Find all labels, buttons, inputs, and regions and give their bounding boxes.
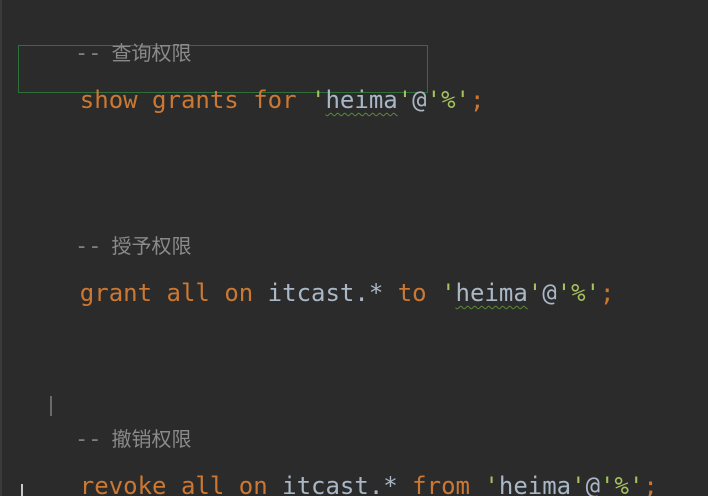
database-name: itcast.* <box>267 279 384 307</box>
code-line-show-grants[interactable]: show grants for 'heima'@'%'; <box>22 55 485 114</box>
comment-line-revoke-permissions[interactable]: -- 撤销权限 <box>22 394 192 452</box>
semicolon: ; <box>469 86 485 114</box>
comment-line-grant-permissions[interactable]: -- 授予权限 <box>22 201 192 259</box>
keyword-from: from <box>412 472 470 496</box>
at-sign: @ <box>542 279 557 307</box>
comment-line-query-permissions[interactable]: -- 查询权限 <box>22 8 192 66</box>
editor-left-edge <box>0 0 2 496</box>
host-string: '%' <box>556 279 601 307</box>
text-cursor-marker <box>50 396 52 416</box>
keyword-revoke: revoke <box>79 472 167 496</box>
keyword-grants: grants <box>152 86 239 114</box>
host-name: % <box>614 472 629 496</box>
user-name: heima <box>325 86 398 114</box>
keyword-all: all <box>180 472 225 496</box>
keyword-on: on <box>238 472 268 496</box>
keyword-on: on <box>224 279 254 307</box>
host-name: % <box>441 86 456 114</box>
keyword-grant: grant <box>79 279 153 307</box>
user-name: heima <box>455 279 528 307</box>
user-name: heima <box>498 472 572 496</box>
keyword-all: all <box>166 279 210 307</box>
host-name: % <box>571 279 586 307</box>
semicolon: ; <box>600 279 615 307</box>
user-string: 'heima' <box>484 472 585 496</box>
semicolon: ; <box>643 472 658 496</box>
code-line-revoke-all[interactable]: revoke all on itcast.* from 'heima'@'%'; <box>22 441 658 496</box>
keyword-show: show <box>79 86 138 114</box>
text-caret <box>21 484 23 496</box>
host-string: '%' <box>426 86 470 114</box>
keyword-for: for <box>253 86 297 114</box>
keyword-to: to <box>397 279 427 307</box>
user-string: 'heima' <box>441 279 543 307</box>
at-sign: @ <box>585 472 601 496</box>
user-string: 'heima' <box>311 86 413 114</box>
sql-editor[interactable]: -- 查询权限 show grants for 'heima'@'%'; -- 授予… <box>0 0 708 496</box>
at-sign: @ <box>412 86 427 114</box>
database-name: itcast.* <box>282 472 398 496</box>
host-string: '%' <box>600 472 643 496</box>
code-line-grant-all[interactable]: grant all on itcast.* to 'heima'@'%'; <box>22 248 615 307</box>
